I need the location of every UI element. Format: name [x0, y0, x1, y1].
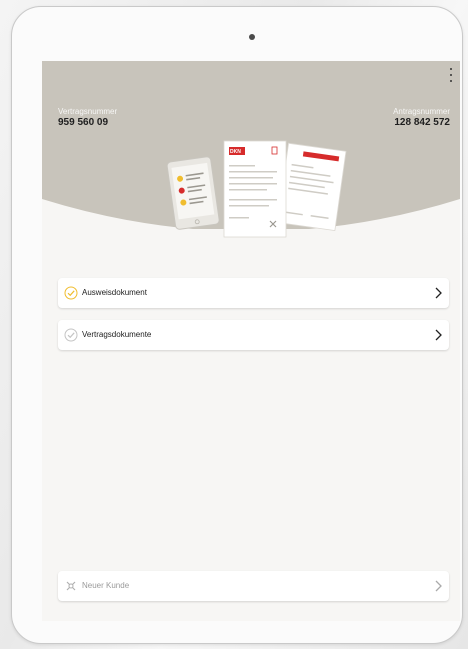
application-number-block: Antragsnummer 128 842 572	[393, 107, 450, 128]
application-label: Antragsnummer	[393, 107, 450, 116]
chevron-right-icon	[435, 287, 442, 299]
document-label: Ausweisdokument	[82, 288, 147, 297]
more-vertical-icon[interactable]	[448, 68, 454, 82]
new-customer-button[interactable]: Neuer Kunde	[58, 571, 449, 601]
brand-logo: DKN	[230, 149, 241, 155]
check-circle-yellow-icon	[64, 286, 78, 300]
application-number: 128 842 572	[394, 117, 450, 128]
new-customer-label: Neuer Kunde	[82, 581, 130, 590]
contract-number: 959 560 09	[58, 117, 109, 128]
document-row-ausweis[interactable]: Ausweisdokument	[58, 278, 449, 308]
chevron-right-icon	[435, 329, 442, 341]
chevron-right-icon	[435, 580, 442, 592]
new-customer-icon	[66, 581, 76, 591]
camera-dot	[249, 34, 255, 40]
check-circle-grey-icon	[64, 328, 78, 342]
tablet-frame: Vertragsnummer 959 560 09 Antragsnummer …	[11, 6, 463, 644]
documents-illustration: DKN	[166, 140, 347, 238]
contract-label: Vertragsnummer	[58, 107, 118, 116]
top-bar	[42, 61, 460, 89]
tablet-illustration	[166, 156, 220, 230]
document-paper-illustration: DKN	[223, 140, 287, 238]
contract-number-block: Vertragsnummer 959 560 09	[58, 107, 117, 128]
app-screen: Vertragsnummer 959 560 09 Antragsnummer …	[42, 61, 460, 621]
document-row-vertrag[interactable]: Vertragsdokumente	[58, 320, 449, 350]
contract-paper-illustration	[276, 142, 347, 232]
document-label: Vertragsdokumente	[82, 330, 152, 339]
